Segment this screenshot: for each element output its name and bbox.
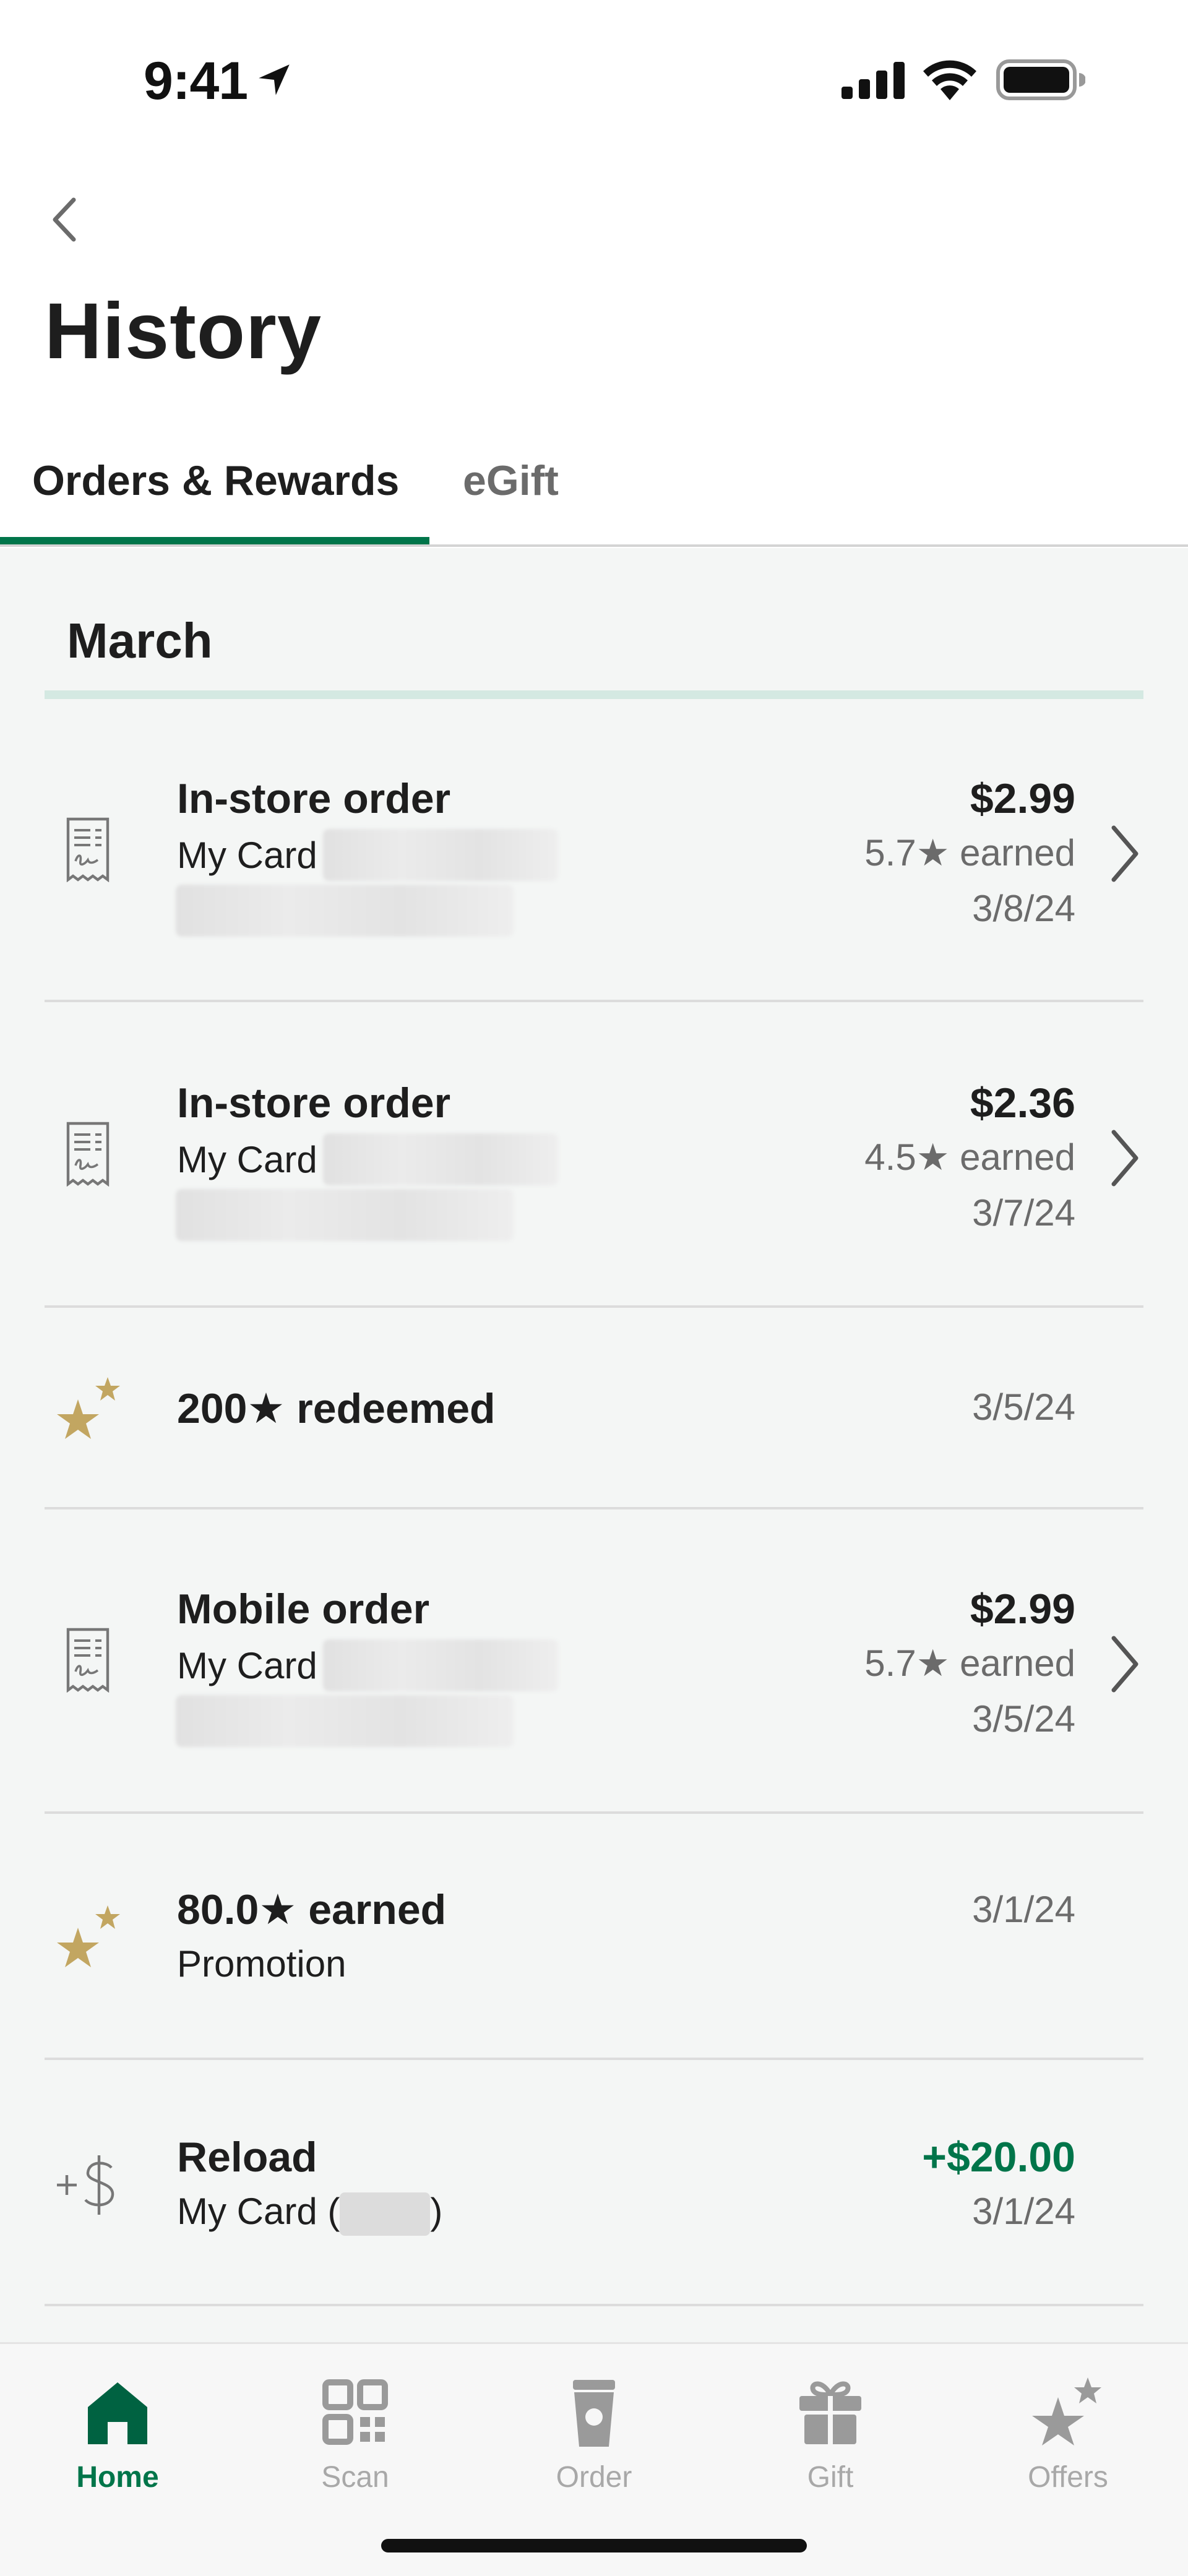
chevron-right-icon [1111, 825, 1138, 882]
receipt-icon [66, 1122, 110, 1187]
qr-scan-icon [322, 2379, 388, 2445]
battery-icon [996, 59, 1085, 100]
cup-icon [573, 2380, 615, 2447]
transaction-title: Mobile order [177, 1586, 430, 1633]
tabs-divider [0, 544, 1188, 547]
transaction-card: My Card () [177, 2190, 442, 2236]
card-suffix: ) [430, 2191, 443, 2232]
nav-gift[interactable]: Gift [738, 2363, 923, 2499]
transaction-row: 80.0★ earned Promotion 3/1/24 [45, 1856, 1143, 2041]
transaction-date: 3/5/24 [972, 1698, 1075, 1740]
transaction-amount: $2.99 [970, 775, 1075, 822]
active-tab-indicator [0, 537, 429, 544]
cellular-signal-icon [842, 62, 905, 99]
home-icon [88, 2382, 147, 2444]
back-button[interactable] [37, 186, 90, 254]
transaction-title: In-store order [177, 1080, 451, 1127]
home-indicator [381, 2539, 807, 2552]
nav-scan[interactable]: Scan [262, 2363, 448, 2499]
nav-label: Scan [321, 2461, 389, 2494]
wifi-icon [923, 60, 976, 100]
transaction-row: Reload My Card () +$20.00 3/1/24 [45, 2103, 1143, 2289]
nav-label: Gift [807, 2461, 854, 2494]
status-time: 9:41 [144, 51, 248, 111]
stars-earned: 5.7★ earned [864, 1642, 1075, 1684]
row-divider [45, 1000, 1143, 1002]
transaction-date: 3/1/24 [972, 1889, 1075, 1930]
nav-label: Offers [1028, 2461, 1108, 2494]
nav-order[interactable]: Order [501, 2363, 687, 2499]
stars-earned: 5.7★ earned [864, 832, 1075, 874]
transaction-date: 3/7/24 [972, 1192, 1075, 1234]
offers-stars-icon [1032, 2377, 1101, 2445]
row-divider [45, 2058, 1143, 2060]
redacted-card-number [323, 829, 558, 881]
transaction-card: My Card [177, 1139, 317, 1180]
transaction-title: Reload [177, 2134, 317, 2181]
transaction-card: My Card [177, 835, 317, 876]
nav-label: Order [556, 2461, 632, 2494]
redacted-card-number [323, 1639, 558, 1691]
row-divider [45, 1507, 1143, 1509]
transaction-date: 3/8/24 [972, 888, 1075, 929]
redacted-location [176, 1189, 514, 1241]
transaction-amount: +$20.00 [922, 2134, 1075, 2181]
nav-offers[interactable]: Offers [975, 2363, 1161, 2499]
gift-icon [799, 2381, 861, 2444]
transaction-row[interactable]: In-store order My Card $2.99 5.7★ earned… [45, 742, 1143, 990]
transaction-row: 200★ redeemed 3/5/24 [45, 1342, 1143, 1485]
redacted-location [176, 1695, 514, 1747]
page-title: History [45, 287, 322, 376]
month-divider [45, 690, 1143, 699]
transaction-row[interactable]: Mobile order My Card $2.99 5.7★ earned 3… [45, 1553, 1143, 1800]
transaction-subtitle: Promotion [177, 1943, 346, 1985]
status-bar: 9:41 [0, 0, 1188, 148]
header: 9:41 History Orders & Rewards eGift [0, 0, 1188, 548]
transaction-title: 80.0★ earned [177, 1886, 447, 1933]
transaction-amount: $2.99 [970, 1586, 1075, 1633]
tab-egift[interactable]: eGift [463, 457, 559, 505]
chevron-right-icon [1111, 1130, 1138, 1187]
history-tabs: Orders & Rewards eGift [0, 445, 1188, 548]
transaction-card: My Card [177, 1645, 317, 1686]
stars-earned: 4.5★ earned [864, 1136, 1075, 1178]
transaction-title: 200★ redeemed [177, 1385, 496, 1432]
month-heading: March [67, 613, 213, 668]
redacted-card-number [340, 2192, 431, 2236]
row-divider [45, 1305, 1143, 1308]
nav-label: Home [76, 2461, 159, 2494]
card-prefix: My Card ( [177, 2191, 340, 2232]
chevron-right-icon [1111, 1636, 1138, 1693]
transaction-amount: $2.36 [970, 1080, 1075, 1127]
redacted-card-number [323, 1133, 558, 1185]
transaction-date: 3/1/24 [972, 2191, 1075, 2232]
location-arrow-icon [259, 64, 290, 95]
tab-orders-rewards[interactable]: Orders & Rewards [32, 457, 399, 505]
transaction-date: 3/5/24 [972, 1386, 1075, 1428]
row-divider [45, 1811, 1143, 1814]
redacted-location [176, 885, 514, 937]
chevron-left-icon [53, 197, 76, 242]
stars-icon [57, 1377, 120, 1439]
transaction-title: In-store order [177, 775, 451, 822]
nav-home[interactable]: Home [25, 2363, 210, 2499]
row-divider [45, 2304, 1143, 2306]
reload-dollar-icon [57, 2155, 114, 2215]
stars-icon [57, 1905, 120, 1967]
transaction-row[interactable]: In-store order My Card $2.36 4.5★ earned… [45, 1047, 1143, 1294]
receipt-icon [66, 1628, 110, 1693]
receipt-icon [66, 817, 110, 882]
